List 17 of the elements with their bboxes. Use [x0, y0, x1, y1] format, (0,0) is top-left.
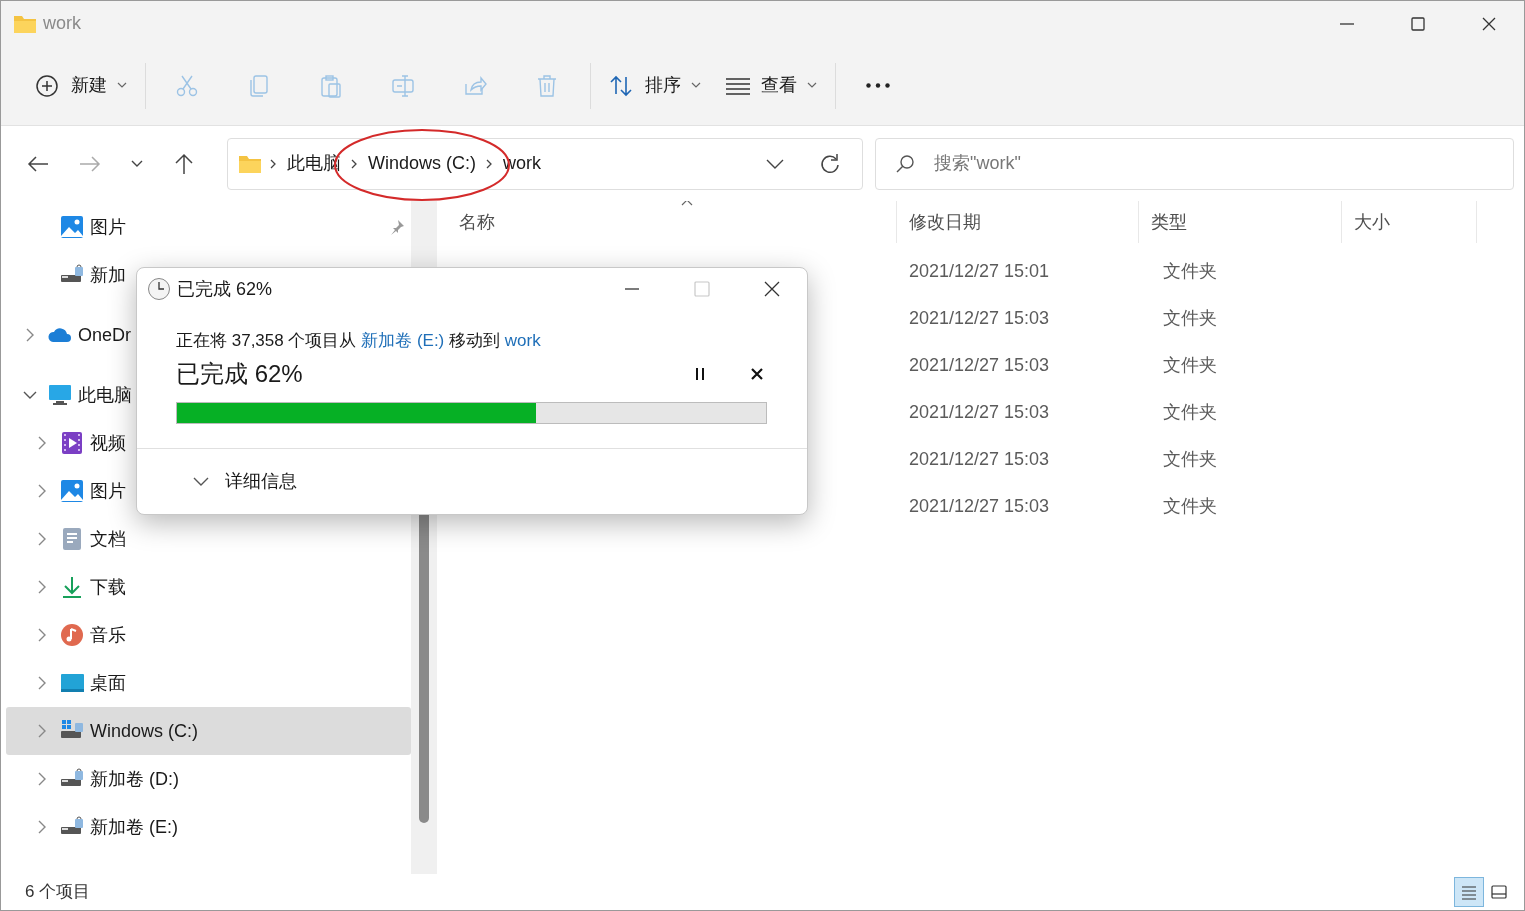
- window-title: work: [43, 12, 81, 35]
- table-cell-text: 2021/12/27 15:03: [909, 495, 1050, 518]
- table-cell-text: 2021/12/27 15:03: [909, 354, 1050, 377]
- table-cell-text: 文件夹: [1163, 354, 1218, 377]
- table-cell-text: 文件夹: [1163, 448, 1218, 471]
- dialog-title: 已完成 62%: [177, 277, 273, 301]
- table-cell-text: 2021/12/27 15:03: [909, 448, 1050, 471]
- table-cell-text: 文件夹: [1163, 260, 1218, 283]
- table-cell-text: 文件夹: [1163, 401, 1218, 424]
- progress-message: 正在将 37,358 个项目从 新加卷 (E:) 移动到 work: [176, 330, 542, 352]
- progress-heading: 已完成 62%: [176, 358, 303, 389]
- table-cell-text: 2021/12/27 15:03: [909, 307, 1050, 330]
- table-cell-text: 文件夹: [1163, 307, 1218, 330]
- table-cell-text: 文件夹: [1163, 495, 1218, 518]
- item-count: 6 个项目: [25, 881, 91, 904]
- table-cell-text: 2021/12/27 15:03: [909, 401, 1050, 424]
- table-cell-text: 2021/12/27 15:01: [909, 260, 1050, 283]
